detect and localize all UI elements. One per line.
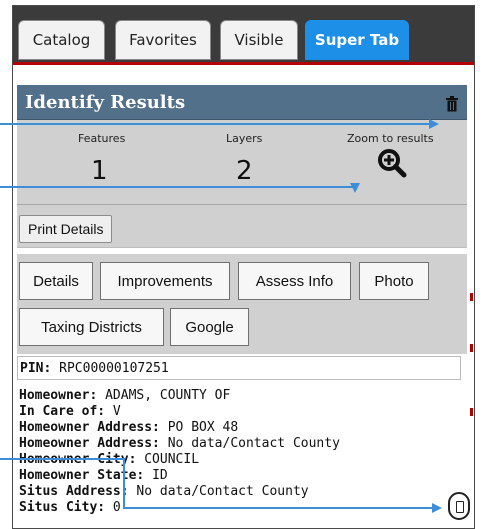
detail-row-situs-city: Situs City: 0	[19, 500, 121, 515]
detail-subtabs: Details Improvements Assess Info Photo T…	[17, 254, 467, 354]
detail-row-homeowner-address-2: Homeowner Address: No data/Contact Count…	[19, 436, 340, 451]
scroll-marker	[470, 408, 473, 416]
detail-row-situs-address: Situs Address: No data/Contact County	[19, 484, 309, 499]
detail-row-in-care-of: In Care of: V	[19, 404, 121, 419]
click-icon	[448, 492, 470, 520]
trash-icon[interactable]	[445, 96, 459, 112]
app-frame: Catalog Favorites Visible Super Tab Iden…	[12, 5, 475, 529]
layers-count: 2	[236, 156, 253, 186]
print-details-button[interactable]: Print Details	[19, 215, 113, 243]
zoom-magnifier-icon[interactable]	[377, 148, 407, 178]
print-row: Print Details	[17, 205, 467, 248]
pin-row: PIN: RPC00000107251	[17, 356, 461, 380]
features-label: Features	[78, 132, 126, 145]
zoom-to-results-label[interactable]: Zoom to results	[347, 132, 434, 145]
subtab-taxing-districts[interactable]: Taxing Districts	[19, 308, 164, 346]
pin-label: PIN:	[20, 360, 52, 376]
pin-value: RPC00000107251	[59, 360, 169, 376]
content-spacer	[13, 65, 474, 85]
detail-row-homeowner: Homeowner: ADAMS, COUNTY OF	[19, 388, 231, 403]
top-tab-bar: Catalog Favorites Visible Super Tab	[13, 6, 474, 62]
tab-super-tab[interactable]: Super Tab	[305, 20, 409, 60]
subtab-assess-info[interactable]: Assess Info	[238, 262, 351, 300]
layers-label: Layers	[226, 132, 263, 145]
identify-results-header: Identify Results	[17, 85, 467, 120]
features-count: 1	[91, 156, 108, 186]
identify-results-title: Identify Results	[25, 92, 186, 113]
detail-row-homeowner-state: Homeowner State: ID	[19, 468, 168, 483]
detail-row-homeowner-address: Homeowner Address: PO BOX 48	[19, 420, 239, 435]
tab-favorites[interactable]: Favorites	[115, 20, 211, 60]
tab-visible[interactable]: Visible	[220, 20, 298, 60]
detail-row-homeowner-city: Homeowner City: COUNCIL	[19, 452, 200, 467]
scroll-marker	[470, 344, 473, 352]
subtab-google[interactable]: Google	[170, 308, 249, 346]
details-list: Homeowner: ADAMS, COUNTY OF In Care of: …	[17, 388, 461, 528]
subtab-improvements[interactable]: Improvements	[100, 262, 230, 300]
scroll-marker	[470, 293, 473, 301]
click-icon-inner	[456, 501, 464, 513]
subtab-details[interactable]: Details	[19, 262, 93, 300]
identify-stats: Features 1 Layers 2 Zoom to results	[17, 120, 467, 205]
subtab-photo[interactable]: Photo	[359, 262, 429, 300]
tab-catalog[interactable]: Catalog	[18, 20, 105, 60]
